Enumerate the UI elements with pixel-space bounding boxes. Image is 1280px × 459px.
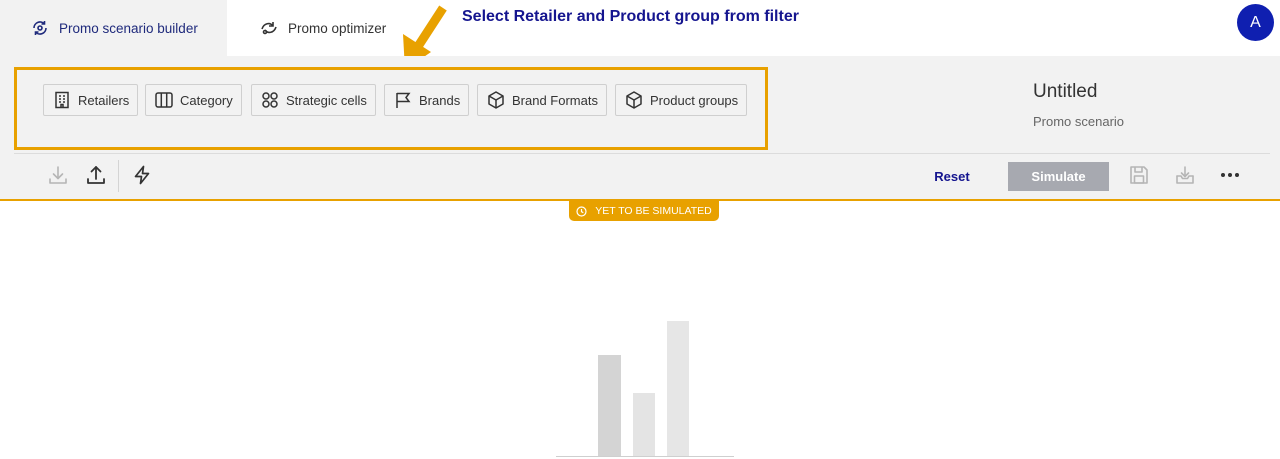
tab-label: Promo scenario builder	[59, 20, 198, 36]
filter-label: Product groups	[650, 92, 739, 108]
export-button[interactable]	[1172, 164, 1198, 190]
tab-promo-scenario-builder[interactable]: Promo scenario builder	[0, 0, 227, 56]
scenario-subtitle: Promo scenario	[1033, 114, 1125, 129]
columns-icon	[154, 90, 174, 110]
download-button[interactable]	[45, 164, 71, 190]
building-icon	[52, 90, 72, 110]
status-badge: YET TO BE SIMULATED	[569, 201, 719, 221]
promo-optimizer-icon	[259, 18, 279, 38]
toolbar-separator	[118, 160, 119, 192]
lightning-icon	[131, 164, 153, 191]
upload-button[interactable]	[83, 164, 109, 190]
empty-state-chart-icon	[556, 321, 734, 457]
quick-action-button[interactable]	[129, 164, 155, 190]
promo-builder-icon	[30, 18, 50, 38]
tab-label: Promo optimizer	[288, 20, 387, 36]
reset-button[interactable]: Reset	[920, 162, 984, 190]
flag-icon	[393, 90, 413, 110]
filter-label: Strategic cells	[286, 92, 367, 108]
toolbar-divider	[14, 153, 1270, 154]
filter-label: Brands	[419, 92, 461, 108]
avatar[interactable]: A	[1237, 4, 1274, 41]
more-options-button[interactable]	[1217, 164, 1243, 190]
save-button[interactable]	[1126, 164, 1152, 190]
scenario-title[interactable]: Untitled	[1033, 81, 1097, 103]
save-icon	[1128, 164, 1150, 191]
status-label: YET TO BE SIMULATED	[595, 205, 712, 217]
annotation-instruction: Select Retailer and Product group from f…	[462, 8, 799, 25]
filter-label: Category	[180, 92, 233, 108]
filter-label: Brand Formats	[512, 92, 598, 108]
grid-circles-icon	[260, 90, 280, 110]
more-icon	[1219, 164, 1241, 191]
filter-brand-formats[interactable]: Brand Formats	[477, 84, 607, 116]
inbox-download-icon	[1174, 164, 1196, 191]
clock-icon	[576, 205, 587, 217]
filter-brands[interactable]: Brands	[384, 84, 470, 116]
top-navigation: Promo scenario builder Promo optimizer S…	[0, 0, 1280, 56]
filter-category[interactable]: Category	[145, 84, 242, 116]
filter-retailers[interactable]: Retailers	[43, 84, 139, 116]
filter-product-groups[interactable]: Product groups	[615, 84, 748, 116]
cube-icon	[624, 90, 644, 110]
cube-icon	[486, 90, 506, 110]
simulate-button[interactable]: Simulate	[1008, 162, 1109, 191]
download-icon	[47, 164, 69, 191]
filter-strategic-cells[interactable]: Strategic cells	[251, 84, 376, 116]
filter-label: Retailers	[78, 92, 130, 108]
upload-icon	[85, 164, 107, 191]
